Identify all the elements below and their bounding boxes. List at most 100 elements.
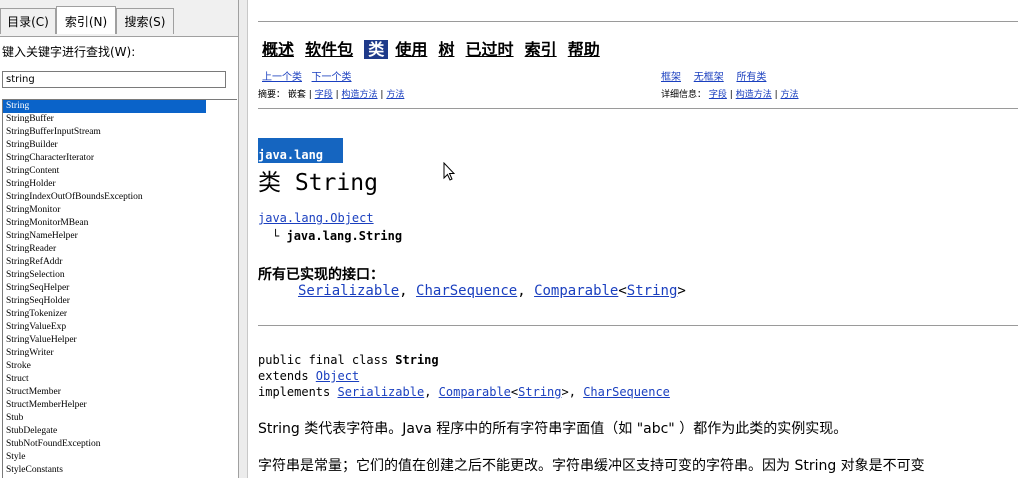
- list-item[interactable]: StringNameHelper: [3, 230, 237, 243]
- list-item[interactable]: StringValueExp: [3, 321, 237, 334]
- list-item[interactable]: Style: [3, 451, 237, 464]
- child-class: java.lang.String: [286, 229, 403, 243]
- next-class-link[interactable]: 下一个类: [312, 72, 352, 83]
- list-item[interactable]: StringContent: [3, 165, 237, 178]
- nav-package[interactable]: 软件包: [305, 40, 353, 59]
- list-item[interactable]: StringValueHelper: [3, 334, 237, 347]
- nav-index[interactable]: 索引: [525, 40, 557, 59]
- list-item[interactable]: StringMonitor: [3, 204, 237, 217]
- detail-label: 详细信息：: [661, 90, 707, 100]
- list-item[interactable]: String: [3, 100, 206, 113]
- interfaces-list: Serializable, CharSequence, Comparable<S…: [298, 283, 686, 299]
- list-item[interactable]: StringHolder: [3, 178, 237, 191]
- type-param-string-link[interactable]: String: [627, 283, 678, 299]
- list-item[interactable]: StringCharacterIterator: [3, 152, 237, 165]
- body-divider: [258, 325, 1018, 326]
- list-item[interactable]: Stub: [3, 412, 237, 425]
- class-declaration: public final class String extends Object…: [258, 352, 670, 400]
- nav-overview[interactable]: 概述: [262, 40, 294, 59]
- summary-label: 摘要：: [258, 90, 286, 100]
- description-para-2: 字符串是常量；它们的值在创建之后不能更改。字符串缓冲区支持可变的字符串。因为 S…: [258, 458, 925, 474]
- description-para-1: String 类代表字符串。Java 程序中的所有字符串字面值（如 "abc" …: [258, 421, 848, 437]
- tab-strip: 目录(C) 索引(N) 搜索(S): [0, 6, 238, 36]
- decl-serializable-link[interactable]: Serializable: [337, 385, 424, 399]
- decl-type-param-link[interactable]: String: [518, 385, 561, 399]
- allclasses-link[interactable]: 所有类: [736, 72, 766, 83]
- separator: |: [729, 90, 733, 100]
- interface-comparable-link[interactable]: Comparable: [534, 283, 618, 299]
- interface-charsequence-link[interactable]: CharSequence: [416, 283, 517, 299]
- list-item[interactable]: StringBufferInputStream: [3, 126, 237, 139]
- nav-divider: [258, 108, 1018, 109]
- tab-index[interactable]: 索引(N): [56, 6, 116, 34]
- noframes-link[interactable]: 无框架: [694, 72, 724, 83]
- detail-method-link[interactable]: 方法: [781, 90, 799, 100]
- nav-help[interactable]: 帮助: [568, 40, 600, 59]
- list-item[interactable]: StringMonitorMBean: [3, 217, 237, 230]
- package-name: java.lang: [258, 148, 324, 162]
- comma: ,: [517, 283, 526, 299]
- list-item[interactable]: StringRefAddr: [3, 256, 237, 269]
- top-divider: [258, 21, 1018, 22]
- list-item[interactable]: StructMemberHelper: [3, 399, 237, 412]
- summary-constructor-link[interactable]: 构造方法: [342, 90, 378, 100]
- left-pane: 目录(C) 索引(N) 搜索(S) 键入关键字进行查找(W): String S…: [0, 0, 239, 478]
- doc-pane: 概述 软件包 类 使用 树 已过时 索引 帮助 上一个类 下一个类 框架 无框架…: [248, 0, 1018, 478]
- decl-object-link[interactable]: Object: [316, 369, 359, 383]
- detail-nav: 详细信息： 字段 | 构造方法 | 方法: [661, 87, 799, 100]
- list-item[interactable]: Stroke: [3, 360, 237, 373]
- detail-field-link[interactable]: 字段: [709, 90, 727, 100]
- decl-charsequence-link[interactable]: CharSequence: [583, 385, 670, 399]
- tab-search[interactable]: 搜索(S): [116, 8, 174, 34]
- summary-method-link[interactable]: 方法: [386, 90, 404, 100]
- list-item[interactable]: StringSeqHelper: [3, 282, 237, 295]
- nav-bar: 概述 软件包 类 使用 树 已过时 索引 帮助: [262, 36, 606, 59]
- decl-line-3: implements Serializable, Comparable<Stri…: [258, 384, 670, 400]
- nav-deprecated[interactable]: 已过时: [466, 40, 514, 59]
- list-item[interactable]: StringSeqHolder: [3, 295, 237, 308]
- list-item[interactable]: StructMember: [3, 386, 237, 399]
- parent-class-link[interactable]: java.lang.Object: [258, 211, 374, 225]
- tab-contents[interactable]: 目录(C): [0, 8, 56, 34]
- list-item[interactable]: StringWriter: [3, 347, 237, 360]
- prev-class-link[interactable]: 上一个类: [262, 72, 302, 83]
- list-item[interactable]: StringIndexOutOfBoundsException: [3, 191, 237, 204]
- list-item[interactable]: StubDelegate: [3, 425, 237, 438]
- decl-comparable-link[interactable]: Comparable: [439, 385, 511, 399]
- interfaces-heading: 所有已实现的接口：: [258, 267, 384, 283]
- separator: |: [774, 90, 778, 100]
- comma: ,: [568, 385, 576, 399]
- index-list[interactable]: String StringBuffer StringBufferInputStr…: [2, 99, 237, 478]
- list-item[interactable]: StringSelection: [3, 269, 237, 282]
- list-item[interactable]: StubNotFoundException: [3, 438, 237, 451]
- list-item[interactable]: StringReader: [3, 243, 237, 256]
- type-open: <: [618, 283, 627, 299]
- index-panel: 键入关键字进行查找(W): String StringBuffer String…: [0, 36, 238, 478]
- summary-nested: 嵌套: [287, 90, 306, 100]
- separator: |: [335, 90, 339, 100]
- list-item[interactable]: StringBuffer: [3, 113, 237, 126]
- list-item[interactable]: StringBuilder: [3, 139, 237, 152]
- interface-serializable-link[interactable]: Serializable: [298, 283, 399, 299]
- type-close: >: [561, 385, 569, 399]
- nav-use[interactable]: 使用: [395, 40, 427, 59]
- comma: ,: [399, 283, 408, 299]
- list-item[interactable]: Struct: [3, 373, 237, 386]
- summary-field-link[interactable]: 字段: [315, 90, 333, 100]
- separator: |: [380, 90, 384, 100]
- decl-line-2: extends Object: [258, 368, 670, 384]
- detail-constructor-link[interactable]: 构造方法: [736, 90, 772, 100]
- decl-class-name: String: [395, 353, 439, 367]
- comma: ,: [424, 385, 432, 399]
- nav-tree[interactable]: 树: [438, 40, 454, 59]
- list-item[interactable]: StyleConstants: [3, 464, 237, 477]
- class-title: 类 String: [258, 170, 378, 196]
- frames-link[interactable]: 框架: [661, 72, 681, 83]
- keyword-input[interactable]: [2, 71, 226, 88]
- parent-class: java.lang.Object: [258, 211, 374, 225]
- type-close: >: [677, 283, 686, 299]
- pane-splitter[interactable]: [239, 0, 248, 478]
- keyword-label: 键入关键字进行查找(W):: [2, 45, 136, 59]
- tree-branch-icon: └: [272, 229, 280, 243]
- list-item[interactable]: StringTokenizer: [3, 308, 237, 321]
